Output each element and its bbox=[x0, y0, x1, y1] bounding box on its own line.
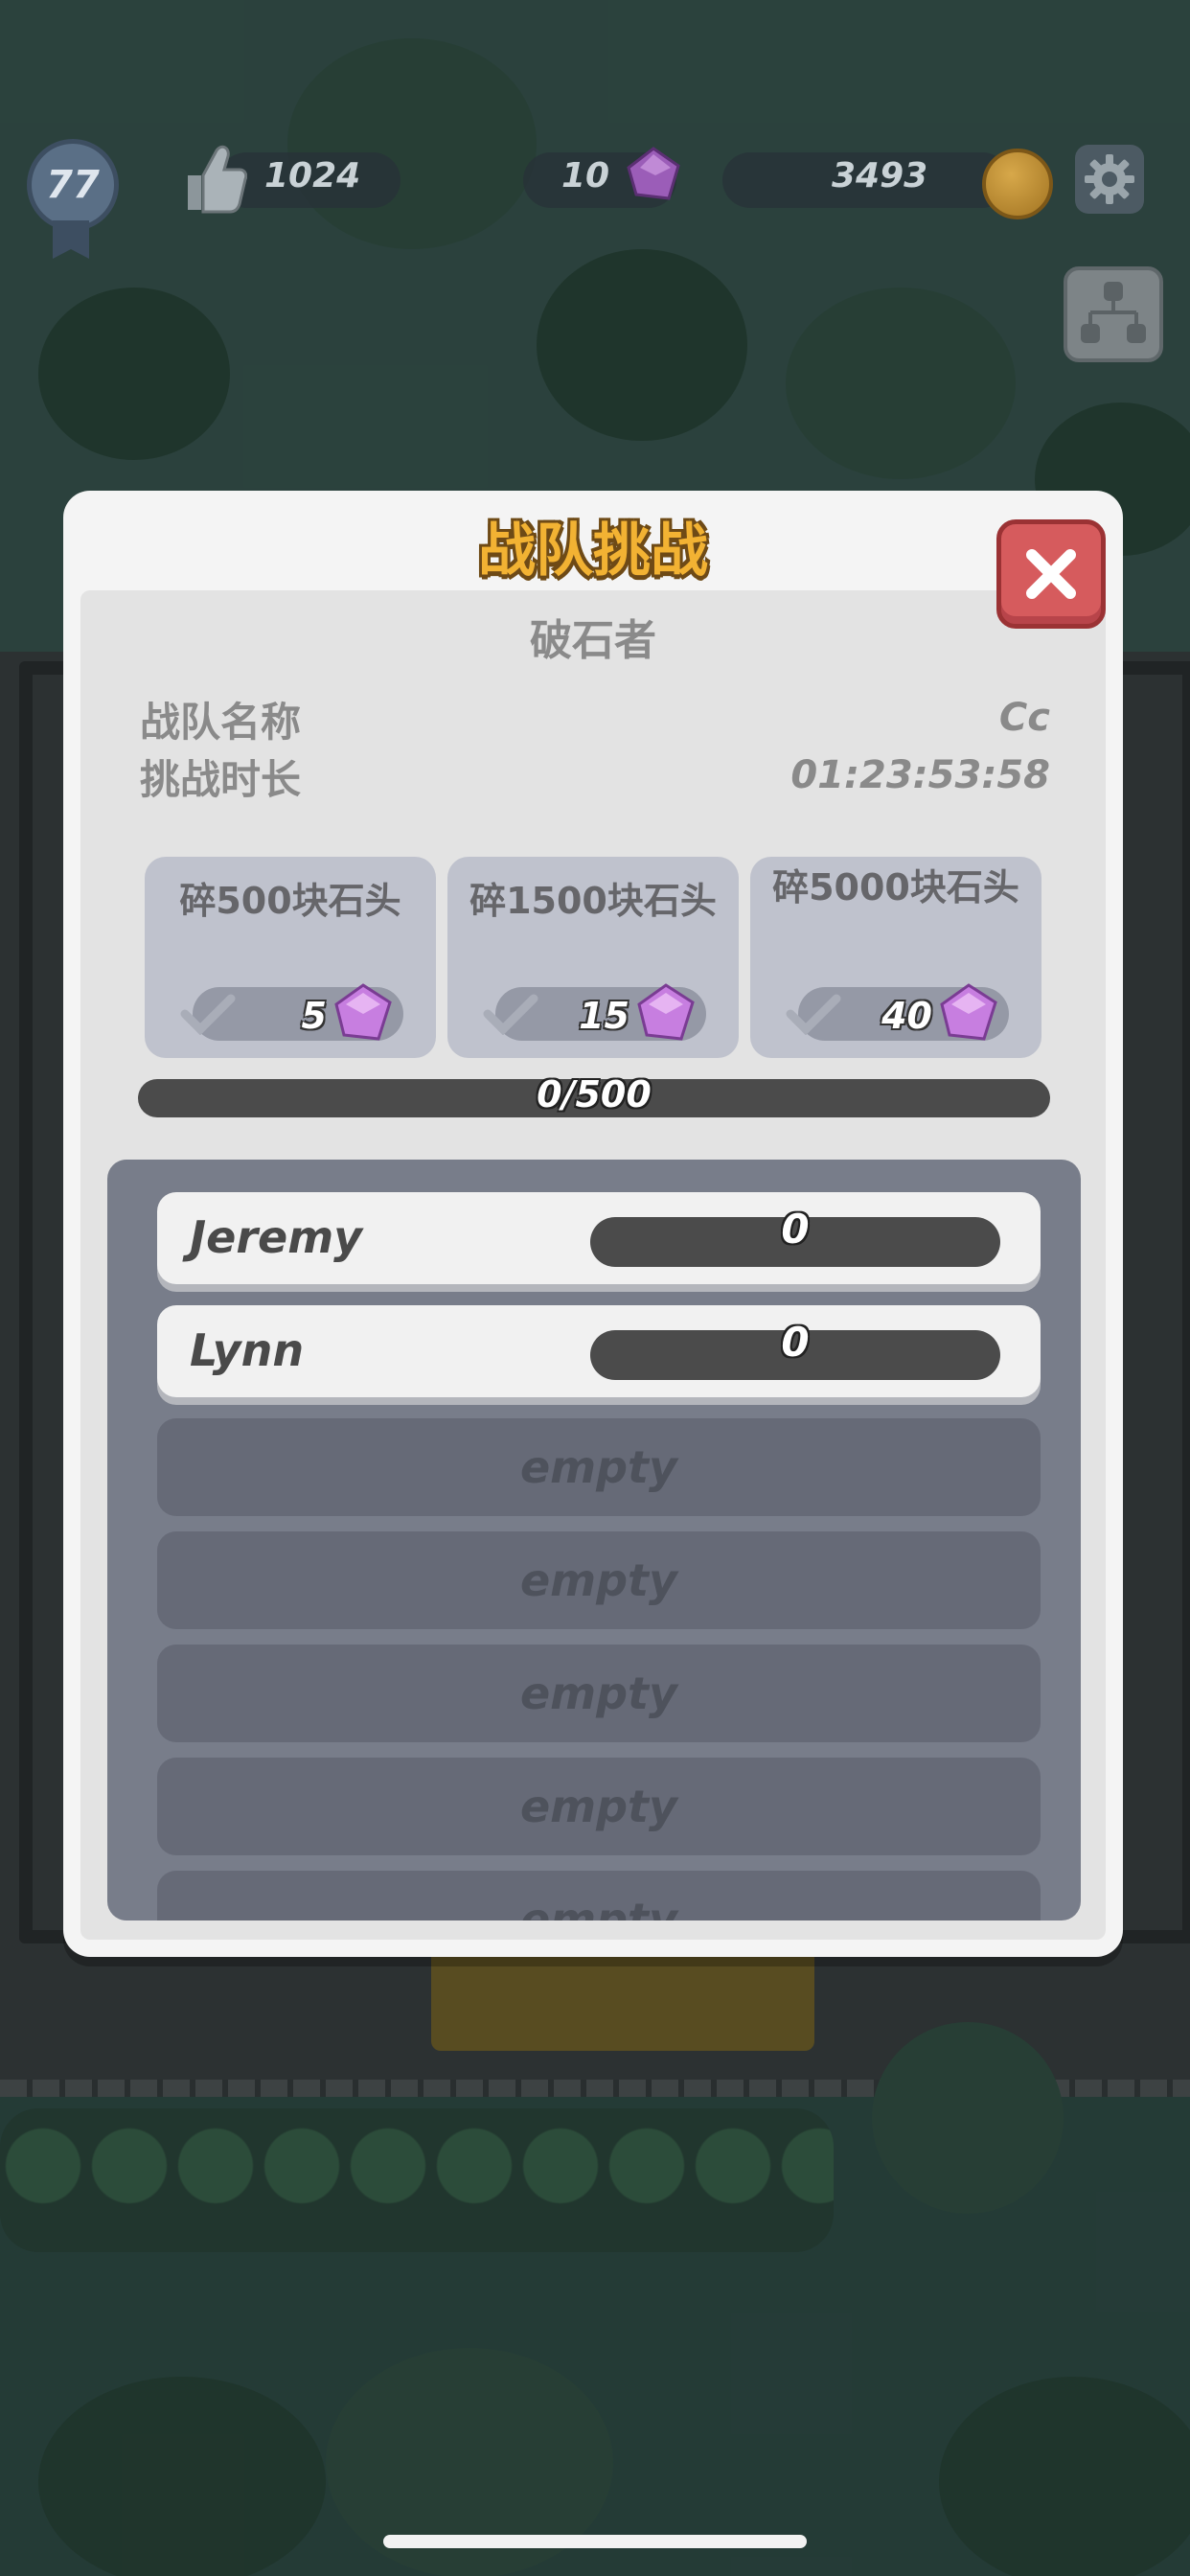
member-name: Lynn bbox=[190, 1324, 305, 1376]
member-row: Jeremy 0 bbox=[157, 1192, 1041, 1284]
reward-gem-amount: 5 bbox=[301, 995, 327, 1037]
checkmark-icon bbox=[483, 994, 538, 1035]
team-progress-text: 0/500 bbox=[537, 1073, 652, 1116]
team-challenge-dialog: 战队挑战 破石者 战队名称 Cc 挑战时长 01:23:53:58 碎500块石… bbox=[63, 491, 1123, 1957]
empty-slot: empty bbox=[157, 1531, 1041, 1629]
gem-icon bbox=[334, 983, 392, 1041]
member-row: Lynn 0 bbox=[157, 1305, 1041, 1397]
reward-tier-2[interactable]: 碎1500块石头 15 bbox=[447, 857, 739, 1058]
reward-claim-bar: 40 bbox=[786, 983, 1009, 1041]
empty-slot: empty bbox=[157, 1644, 1041, 1742]
likes-count: 1024 bbox=[264, 156, 361, 196]
top-hud: 77 1024 10 3493 bbox=[0, 139, 1190, 259]
duration-value: 01:23:53:58 bbox=[790, 753, 1050, 797]
settings-button[interactable] bbox=[1075, 145, 1144, 214]
reward-label: 碎500块石头 bbox=[179, 880, 401, 922]
gem-icon bbox=[637, 983, 695, 1041]
empty-slot-label: empty bbox=[519, 1781, 678, 1832]
reward-claim-bar: 15 bbox=[483, 983, 706, 1041]
reward-label: 碎5000块石头 bbox=[772, 866, 1019, 908]
team-button[interactable] bbox=[1064, 266, 1163, 362]
coin-icon bbox=[982, 149, 1053, 219]
empty-slot-label: empty bbox=[519, 1668, 678, 1719]
gear-icon bbox=[1085, 154, 1134, 204]
empty-slot: empty bbox=[157, 1871, 1041, 1920]
team-name-value: Cc bbox=[998, 696, 1050, 740]
duration-label: 挑战时长 bbox=[140, 756, 302, 803]
reward-gem-amount: 15 bbox=[579, 995, 629, 1037]
empty-slot: empty bbox=[157, 1418, 1041, 1516]
checkmark-icon bbox=[180, 994, 236, 1035]
member-score: 0 bbox=[781, 1206, 810, 1253]
team-name-label: 战队名称 bbox=[140, 699, 302, 746]
member-score-bar: 0 bbox=[590, 1319, 1000, 1380]
member-score: 0 bbox=[781, 1319, 810, 1366]
gem-icon bbox=[940, 983, 997, 1041]
empty-slot-label: empty bbox=[519, 1441, 678, 1493]
empty-slot-label: empty bbox=[519, 1894, 678, 1920]
member-score-bar: 0 bbox=[590, 1206, 1000, 1267]
gems-count: 10 bbox=[561, 156, 610, 196]
close-icon bbox=[1026, 549, 1076, 599]
home-indicator[interactable] bbox=[383, 2535, 807, 2548]
player-level: 77 bbox=[46, 163, 100, 207]
player-level-badge[interactable]: 77 bbox=[27, 139, 119, 259]
reward-gem-amount: 40 bbox=[881, 995, 932, 1037]
member-name: Jeremy bbox=[190, 1211, 363, 1263]
team-name-heading: 破石者 bbox=[530, 616, 656, 665]
member-list-panel[interactable]: Jeremy 0 Lynn 0 empty empty empty empty … bbox=[107, 1160, 1081, 1920]
checkmark-icon bbox=[786, 994, 841, 1035]
empty-slot: empty bbox=[157, 1758, 1041, 1855]
reward-label: 碎1500块石头 bbox=[469, 880, 717, 922]
coins-count: 3493 bbox=[832, 156, 928, 196]
reward-tier-1[interactable]: 碎500块石头 5 bbox=[145, 857, 436, 1058]
team-progress-bar: 0/500 bbox=[138, 1073, 1050, 1117]
gem-icon bbox=[627, 147, 680, 200]
thumbs-up-icon bbox=[188, 145, 247, 214]
team-tree-icon bbox=[1081, 282, 1146, 343]
reward-claim-bar: 5 bbox=[180, 983, 403, 1041]
dialog-title: 战队挑战 bbox=[478, 518, 708, 585]
member-list: Jeremy 0 Lynn 0 empty empty empty empty … bbox=[157, 1192, 1041, 1920]
reward-tier-3[interactable]: 碎5000块石头 40 bbox=[750, 857, 1041, 1058]
empty-slot-label: empty bbox=[519, 1554, 678, 1606]
